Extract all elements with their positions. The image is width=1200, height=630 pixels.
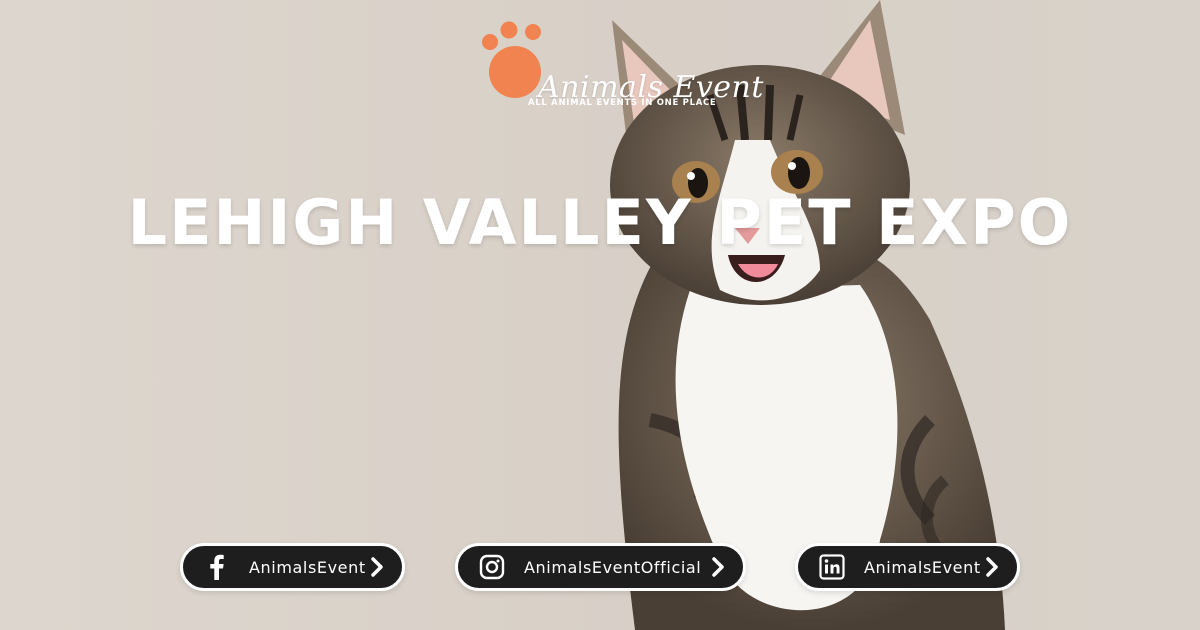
- chevron-right-icon: [983, 557, 1001, 577]
- facebook-handle: AnimalsEvent: [249, 557, 366, 577]
- chevron-right-icon: [709, 557, 727, 577]
- chevron-right-icon: [368, 557, 386, 577]
- facebook-link[interactable]: AnimalsEvent: [180, 543, 405, 591]
- event-banner: Animals Event ALL ANIMAL EVENTS IN ONE P…: [0, 0, 1200, 630]
- linkedin-icon: [818, 553, 846, 581]
- instagram-handle: AnimalsEventOfficial: [524, 557, 702, 577]
- linkedin-handle: AnimalsEvent: [864, 557, 981, 577]
- linkedin-link[interactable]: AnimalsEvent: [795, 543, 1020, 591]
- logo-tagline: ALL ANIMAL EVENTS IN ONE PLACE: [528, 98, 717, 108]
- facebook-icon: [203, 553, 231, 581]
- animals-event-logo[interactable]: Animals Event ALL ANIMAL EVENTS IN ONE P…: [478, 20, 763, 120]
- instagram-link[interactable]: AnimalsEventOfficial: [455, 543, 746, 591]
- instagram-icon: [478, 553, 506, 581]
- event-title: LEHIGH VALLEY PET EXPO: [127, 186, 1073, 259]
